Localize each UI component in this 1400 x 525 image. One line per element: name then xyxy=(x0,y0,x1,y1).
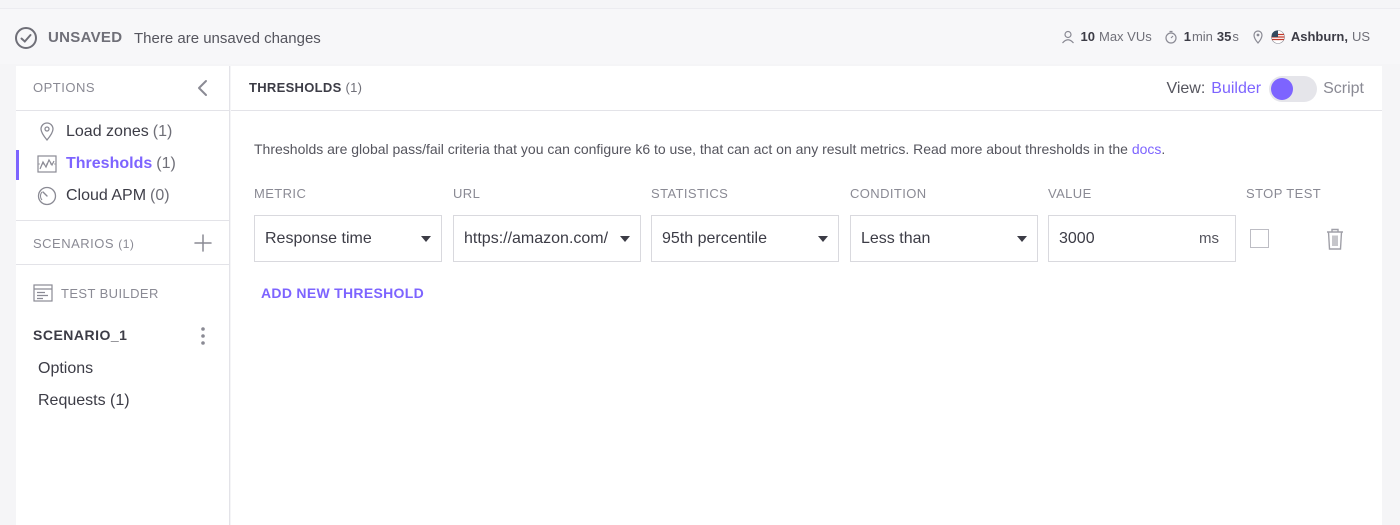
column-metric: METRIC xyxy=(254,186,307,201)
options-header: OPTIONS xyxy=(16,66,230,111)
location-country: US xyxy=(1351,29,1370,44)
view-builder-option[interactable]: Builder xyxy=(1211,80,1261,98)
scenario-item-requests[interactable]: Requests (1) xyxy=(38,392,130,410)
top-bar: UNSAVED There are unsaved changes 10 Max… xyxy=(0,8,1400,64)
sidebar-item-cloud-apm[interactable]: Cloud APM (0) xyxy=(16,180,230,212)
page-title: THRESHOLDS (1) xyxy=(249,80,362,95)
test-builder-label: TEST BUILDER xyxy=(61,285,159,301)
max-vus-value: 10 xyxy=(1080,29,1095,44)
view-switch: View: Builder Script xyxy=(1166,76,1364,102)
statistics-select[interactable]: 95th percentile xyxy=(651,215,839,262)
sidebar-item-label: Cloud APM xyxy=(66,187,147,204)
options-list: Load zones (1) Thresholds (1) Cloud APM … xyxy=(16,116,230,212)
sidebar-item-load-zones[interactable]: Load zones (1) xyxy=(16,116,230,148)
column-value: VALUE xyxy=(1048,186,1092,201)
max-vus: 10 Max VUs xyxy=(1061,29,1152,44)
condition-select[interactable]: Less than xyxy=(850,215,1038,262)
scenarios-header: SCENARIOS (1) xyxy=(16,220,230,265)
duration-sec-value: 35 xyxy=(1216,29,1232,44)
statistics-value: 95th percentile xyxy=(662,229,767,247)
condition-value: Less than xyxy=(861,229,931,247)
sidebar-item-count: (0) xyxy=(150,187,170,204)
duration: 1 min 35 s xyxy=(1164,29,1239,44)
duration-min-unit: min xyxy=(1191,29,1213,44)
chevron-left-icon[interactable] xyxy=(194,78,212,98)
docs-link[interactable]: docs xyxy=(1132,141,1162,157)
toggle-knob xyxy=(1271,78,1294,100)
description-text: Thresholds are global pass/fail criteria… xyxy=(254,141,1128,157)
thresholds-panel: THRESHOLDS (1) View: Builder Script Thre… xyxy=(231,66,1382,525)
gauge-icon xyxy=(36,185,58,207)
view-label: View: xyxy=(1166,80,1206,97)
value-input[interactable]: 3000 ms xyxy=(1048,215,1236,262)
threshold-chart-icon xyxy=(36,153,58,175)
metric-select[interactable]: Response time xyxy=(254,215,442,262)
duration-min-value: 1 xyxy=(1183,29,1191,44)
load-zone-location: Ashburn, US xyxy=(1251,29,1370,44)
column-statistics: STATISTICS xyxy=(651,186,729,201)
page-title-count: (1) xyxy=(345,80,363,95)
location-city: Ashburn, xyxy=(1290,29,1348,44)
location-pin-icon xyxy=(1253,29,1263,44)
view-toggle[interactable] xyxy=(1269,76,1318,102)
max-vus-label: Max VUs xyxy=(1098,29,1152,44)
threshold-value: 3000 xyxy=(1059,229,1095,247)
stopwatch-icon xyxy=(1165,30,1177,44)
unsaved-status: UNSAVED xyxy=(48,29,123,46)
chevron-down-icon xyxy=(1017,236,1027,242)
chevron-down-icon xyxy=(421,236,431,242)
user-icon xyxy=(1061,30,1074,43)
duration-sec-unit: s xyxy=(1232,29,1239,44)
url-select[interactable]: https://amazon.com/ xyxy=(453,215,641,262)
thresholds-description: Thresholds are global pass/fail criteria… xyxy=(254,141,1165,157)
scenario-item-options[interactable]: Options xyxy=(38,360,93,378)
scenarios-count: (1) xyxy=(118,237,135,251)
options-label: OPTIONS xyxy=(33,80,96,95)
column-stop-test: STOP TEST xyxy=(1246,186,1322,201)
check-circle-icon xyxy=(15,27,37,49)
view-script-option[interactable]: Script xyxy=(1323,80,1364,98)
url-value: https://amazon.com/ xyxy=(464,229,609,247)
column-condition: CONDITION xyxy=(850,186,927,201)
panel-header: THRESHOLDS (1) View: Builder Script xyxy=(231,66,1382,111)
trash-icon[interactable] xyxy=(1325,227,1345,251)
test-meta: 10 Max VUs 1 min 35 s Ashburn, US xyxy=(1049,29,1370,44)
sidebar-item-count: (1) xyxy=(152,123,173,140)
sidebar-item-count: (1) xyxy=(156,155,176,172)
sidebar-item-thresholds[interactable]: Thresholds (1) xyxy=(16,148,230,180)
add-scenario-icon[interactable] xyxy=(194,233,212,253)
column-url: URL xyxy=(453,186,481,201)
scenario-name[interactable]: SCENARIO_1 xyxy=(33,327,127,343)
scenarios-label-text: SCENARIOS xyxy=(33,236,115,251)
metric-value: Response time xyxy=(265,229,372,247)
kebab-menu-icon[interactable] xyxy=(196,325,210,347)
chevron-down-icon xyxy=(818,236,828,242)
test-builder-icon xyxy=(33,284,53,302)
location-pin-icon xyxy=(36,121,58,143)
stop-test-checkbox[interactable] xyxy=(1250,229,1269,248)
sidebar-item-label: Load zones xyxy=(66,123,149,140)
value-unit: ms xyxy=(1199,230,1219,247)
page-title-text: THRESHOLDS xyxy=(249,80,342,95)
us-flag-icon xyxy=(1271,29,1285,44)
add-threshold-button[interactable]: ADD NEW THRESHOLD xyxy=(261,285,424,301)
test-builder[interactable]: TEST BUILDER xyxy=(33,284,159,302)
sidebar: OPTIONS Load zones (1) Thresholds (1) Cl… xyxy=(16,66,230,525)
chevron-down-icon xyxy=(620,236,630,242)
sidebar-item-label: Thresholds xyxy=(66,155,153,172)
unsaved-message: There are unsaved changes xyxy=(134,30,321,47)
scenarios-label: SCENARIOS (1) xyxy=(33,236,134,251)
description-end: . xyxy=(1161,141,1166,157)
